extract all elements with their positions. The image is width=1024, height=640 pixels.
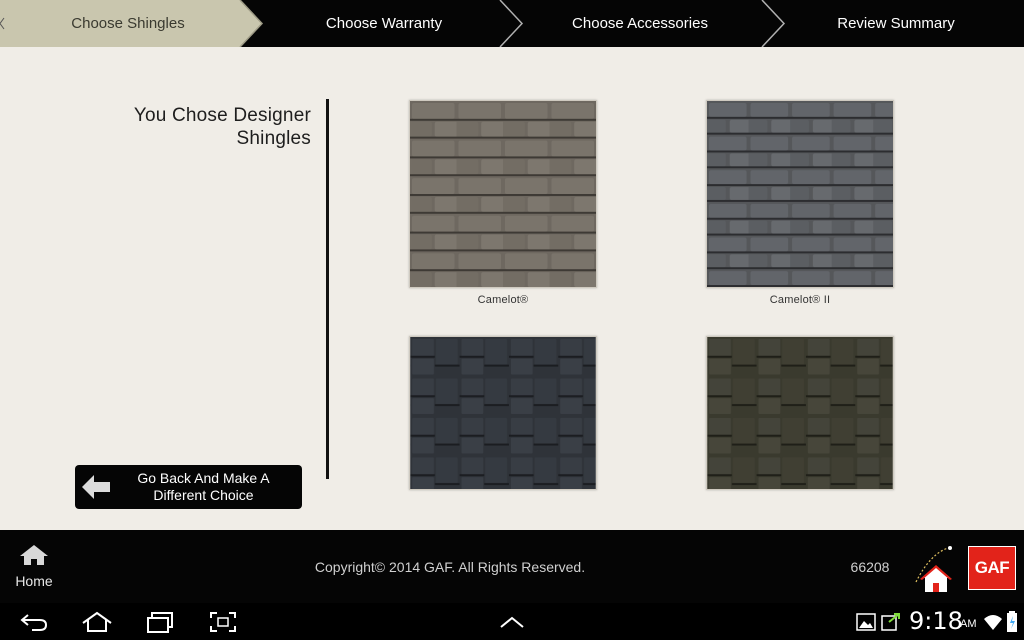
home-label: Home bbox=[15, 573, 53, 589]
back-arrow-icon bbox=[75, 465, 119, 509]
step-choose-accessories[interactable]: Choose Accessories bbox=[512, 0, 768, 47]
shingle-name: Camelot® bbox=[477, 294, 529, 306]
screenshot-icon[interactable] bbox=[209, 611, 237, 633]
go-back-label: Go Back And Make A Different Choice bbox=[137, 470, 270, 503]
gallery-icon bbox=[856, 613, 876, 631]
shingle-swatch bbox=[409, 100, 597, 288]
dealer-code: 66208 bbox=[850, 559, 890, 575]
go-back-button[interactable]: Go Back And Make A Different Choice bbox=[75, 465, 302, 509]
shingle-swatch bbox=[409, 336, 597, 490]
step-review-summary[interactable]: Review Summary bbox=[768, 0, 1024, 47]
house-logo-icon[interactable] bbox=[910, 542, 966, 594]
usb-icon bbox=[881, 613, 900, 631]
shingle-tile-4[interactable] bbox=[706, 336, 894, 496]
app-footer: Home Copyright© 2014 GAF. All Rights Res… bbox=[0, 530, 1024, 603]
wifi-icon bbox=[984, 615, 1002, 630]
android-home-icon[interactable] bbox=[81, 611, 113, 633]
android-back-icon[interactable] bbox=[20, 612, 48, 632]
clock-ampm: AM bbox=[960, 618, 977, 630]
battery-icon bbox=[1007, 611, 1017, 632]
shingle-tile-camelot[interactable]: Camelot® bbox=[409, 100, 597, 306]
copyright-text: Copyright© 2014 GAF. All Rights Reserved… bbox=[314, 559, 586, 575]
step-label: Choose Warranty bbox=[325, 15, 443, 32]
step-label: Choose Shingles bbox=[71, 15, 185, 32]
shingle-swatch bbox=[706, 100, 894, 288]
shingle-name: Camelot® II bbox=[769, 294, 831, 306]
gaf-logo[interactable]: GAF bbox=[968, 546, 1016, 590]
step-choose-shingles[interactable]: Choose Shingles bbox=[0, 0, 256, 47]
clock-time: 9:18 bbox=[909, 607, 963, 635]
home-icon bbox=[20, 545, 48, 565]
shingle-tile-camelot-ii[interactable]: Camelot® II bbox=[706, 100, 894, 306]
main-content: You Chose Designer Shingles Go Back And … bbox=[0, 47, 1024, 530]
chosen-title: You Chose Designer Shingles bbox=[133, 105, 311, 149]
wizard-steps: Choose Shingles Choose Warranty Choose A… bbox=[0, 0, 1024, 47]
step-label: Choose Accessories bbox=[572, 15, 708, 32]
step-choose-warranty[interactable]: Choose Warranty bbox=[256, 0, 512, 47]
android-recent-apps-icon[interactable] bbox=[146, 611, 176, 633]
android-system-bar: 9:18 AM bbox=[0, 603, 1024, 640]
home-button[interactable]: Home bbox=[10, 544, 58, 592]
shingle-tile-3[interactable] bbox=[409, 336, 597, 496]
shingle-swatch bbox=[706, 336, 894, 490]
chevron-up-icon[interactable] bbox=[499, 615, 525, 629]
vertical-divider bbox=[326, 99, 329, 479]
step-label: Review Summary bbox=[837, 15, 955, 32]
